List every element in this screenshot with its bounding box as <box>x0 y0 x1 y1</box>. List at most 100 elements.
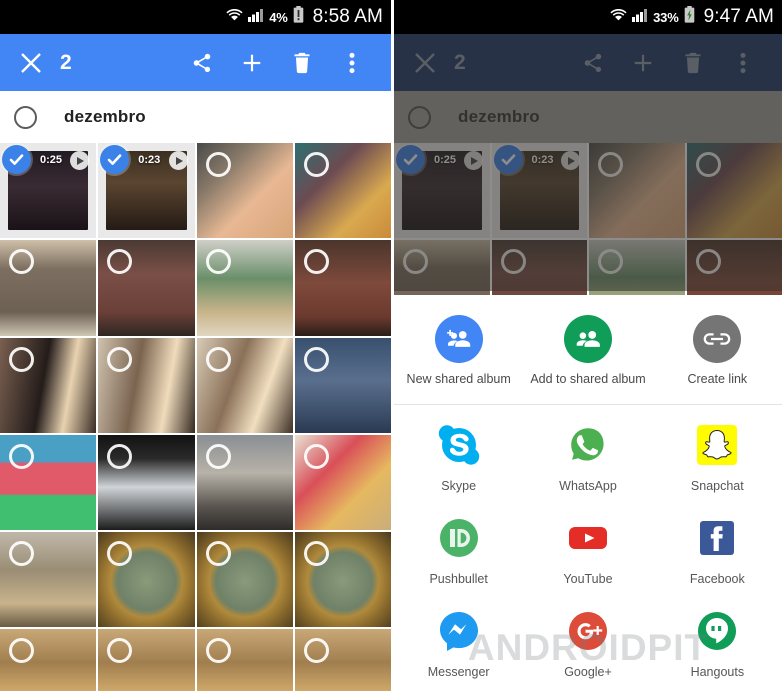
messenger-icon <box>435 607 483 655</box>
people-icon <box>563 315 612 363</box>
share-action-new-shared-album[interactable]: New shared album <box>394 315 523 388</box>
photo-grid-item[interactable] <box>294 240 391 336</box>
photo-grid-item[interactable] <box>0 532 97 628</box>
phone-screen-selection-mode: 4% 8:58 AM 2 dezembro 0:25 0:23 <box>0 0 391 691</box>
close-selection-button[interactable] <box>408 52 442 74</box>
video-duration-label: 0:23 <box>138 154 161 166</box>
share-app-google-plus[interactable]: Google+ <box>523 607 652 679</box>
photo-grid-item[interactable] <box>196 629 293 691</box>
clock-label: 8:58 AM <box>312 6 383 27</box>
unchecked-circle-icon[interactable] <box>303 443 329 469</box>
checked-circle-icon[interactable] <box>396 145 425 174</box>
share-app-youtube[interactable]: YouTube <box>523 514 652 586</box>
unchecked-circle-icon[interactable] <box>205 152 231 177</box>
share-app-snapchat[interactable]: Snapchat <box>653 421 782 493</box>
unchecked-circle-icon[interactable] <box>598 152 623 177</box>
photo-grid-item[interactable] <box>196 434 293 531</box>
photo-grid-item[interactable] <box>294 532 391 628</box>
photo-grid-item[interactable]: 0:25 <box>394 143 490 238</box>
photo-grid-item[interactable] <box>98 532 195 628</box>
photo-grid-item[interactable] <box>0 434 97 531</box>
share-action-label: New shared album <box>406 372 511 386</box>
photo-grid-item[interactable] <box>0 337 97 433</box>
more-options-button[interactable] <box>718 52 768 74</box>
photo-grid-item[interactable]: 0:23 <box>98 143 195 239</box>
play-icon[interactable] <box>463 151 483 170</box>
album-header-row[interactable]: dezembro <box>394 91 782 143</box>
play-icon[interactable] <box>561 151 580 170</box>
unchecked-circle-icon[interactable] <box>205 346 231 372</box>
album-header-row[interactable]: dezembro <box>0 91 391 143</box>
share-app-whatsapp[interactable]: WhatsApp <box>523 421 652 493</box>
photo-grid-item[interactable] <box>294 629 391 691</box>
share-app-label: Skype <box>441 478 477 493</box>
share-action-create-link[interactable]: Create link <box>653 315 782 388</box>
close-selection-button[interactable] <box>14 52 48 74</box>
unchecked-circle-icon[interactable] <box>695 248 721 274</box>
unchecked-circle-icon[interactable] <box>9 443 34 469</box>
unchecked-circle-icon[interactable] <box>303 541 329 567</box>
photo-grid-item[interactable] <box>294 337 391 433</box>
unchecked-circle-icon[interactable] <box>107 443 133 469</box>
photo-grid-item[interactable] <box>0 629 97 691</box>
unchecked-circle-icon[interactable] <box>205 638 231 664</box>
add-button[interactable] <box>227 52 277 74</box>
delete-button[interactable] <box>668 52 718 74</box>
unchecked-circle-icon[interactable] <box>205 541 231 567</box>
photo-grid-item[interactable] <box>196 143 293 239</box>
unchecked-circle-icon[interactable] <box>303 638 329 664</box>
checked-circle-icon[interactable] <box>493 145 523 174</box>
photo-grid-item[interactable] <box>686 143 782 238</box>
add-button[interactable] <box>618 52 668 74</box>
share-app-label: WhatsApp <box>559 478 617 493</box>
photo-grid-item[interactable]: 0:23 <box>491 143 587 238</box>
share-app-row-3: Messenger Google+ Hangouts <box>394 591 782 684</box>
share-app-label: Pushbullet <box>429 571 488 586</box>
unchecked-circle-icon[interactable] <box>695 152 721 177</box>
share-app-pushbullet[interactable]: Pushbullet <box>394 514 523 586</box>
photo-grid-item[interactable] <box>196 337 293 433</box>
unchecked-circle-icon[interactable] <box>303 249 329 275</box>
photo-grid-item[interactable] <box>0 240 97 336</box>
video-duration-label: 0:25 <box>40 154 63 166</box>
photo-grid-item[interactable] <box>98 434 195 531</box>
unchecked-circle-icon[interactable] <box>205 443 231 469</box>
phone-screen-share-sheet: 33% 9:47 AM 2 dezembro 0:25 0:23 New sha… <box>391 0 782 691</box>
battery-percent-label: 33% <box>653 9 679 25</box>
photo-grid-item[interactable] <box>294 434 391 531</box>
unchecked-circle-icon[interactable] <box>598 248 623 274</box>
more-options-button[interactable] <box>327 52 377 74</box>
share-action-add-to-shared-album[interactable]: Add to shared album <box>523 315 652 388</box>
photo-grid-item[interactable] <box>196 532 293 628</box>
share-button[interactable] <box>177 52 227 74</box>
unchecked-circle-icon[interactable] <box>9 541 34 567</box>
share-button[interactable] <box>568 52 618 74</box>
share-app-hangouts[interactable]: Hangouts <box>653 607 782 679</box>
unchecked-circle-icon[interactable] <box>107 346 133 372</box>
share-action-label: Create link <box>687 372 748 386</box>
photo-grid-item[interactable] <box>589 143 685 238</box>
photo-grid-item[interactable] <box>196 240 293 336</box>
unchecked-circle-icon[interactable] <box>303 152 329 177</box>
unchecked-circle-icon[interactable] <box>408 105 431 129</box>
photo-grid-item[interactable]: 0:25 <box>0 143 97 239</box>
checked-circle-icon[interactable] <box>2 145 31 174</box>
delete-button[interactable] <box>277 52 327 74</box>
unchecked-circle-icon[interactable] <box>9 346 34 372</box>
photo-grid-item[interactable] <box>98 629 195 691</box>
clock-label: 9:47 AM <box>703 6 774 27</box>
unchecked-circle-icon[interactable] <box>403 248 428 274</box>
photo-grid[interactable]: 0:25 0:23 <box>0 143 391 691</box>
unchecked-circle-icon[interactable] <box>303 346 329 372</box>
wifi-icon <box>610 7 627 27</box>
play-icon[interactable] <box>168 151 188 170</box>
share-app-facebook[interactable]: Facebook <box>653 514 782 586</box>
unchecked-circle-icon[interactable] <box>205 249 231 275</box>
unchecked-circle-icon[interactable] <box>500 248 526 274</box>
photo-grid-item[interactable] <box>294 143 391 239</box>
share-app-skype[interactable]: Skype <box>394 421 523 493</box>
photo-grid-item[interactable] <box>98 240 195 336</box>
photo-grid-item[interactable] <box>98 337 195 433</box>
share-app-messenger[interactable]: Messenger <box>394 607 523 679</box>
unchecked-circle-icon[interactable] <box>14 105 37 129</box>
